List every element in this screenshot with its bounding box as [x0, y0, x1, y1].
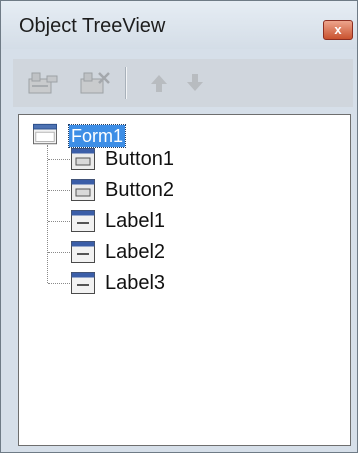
form-icon: [33, 123, 57, 145]
toolbar: [13, 59, 353, 107]
label-component-icon: [71, 210, 95, 232]
panel-title: Object TreeView: [19, 15, 166, 37]
tree-node-label3[interactable]: Label3: [71, 269, 231, 299]
tree-node-label2[interactable]: Label2: [71, 238, 231, 268]
tree-node-label: Label2: [105, 241, 166, 263]
add-component-button[interactable]: [23, 67, 63, 99]
component-add-icon: [28, 72, 58, 94]
tree-node-label: Label3: [105, 272, 166, 294]
button-component-icon: [71, 148, 95, 170]
tree-connector: [48, 252, 70, 253]
arrow-down-icon: [187, 74, 203, 91]
object-tree: Form1 Button1 Button2 Label1 Label2 Labe…: [18, 114, 351, 446]
component-remove-icon: [80, 72, 110, 94]
tree-node-button1[interactable]: Button1: [71, 145, 231, 175]
tree-connector: [48, 159, 70, 160]
button-component-icon: [71, 179, 95, 201]
tree-node-label: Button1: [105, 148, 174, 170]
close-button[interactable]: x: [323, 20, 353, 40]
label-component-icon: [71, 241, 95, 263]
tree-node-button2[interactable]: Button2: [71, 176, 231, 206]
tree-node-label1[interactable]: Label1: [71, 207, 231, 237]
toolbar-separator: [125, 67, 127, 99]
object-treeview-panel: Object TreeView x Form1 Button1 Button2 …: [0, 0, 358, 453]
move-up-button[interactable]: [139, 67, 179, 99]
tree-node-label: Label1: [105, 210, 166, 232]
panel-titlebar: Object TreeView x: [1, 1, 357, 49]
tree-connector-vertical: [47, 145, 48, 283]
tree-connector: [48, 221, 70, 222]
tree-node-label: Button2: [105, 179, 174, 201]
move-down-button[interactable]: [175, 67, 215, 99]
remove-component-button[interactable]: [75, 67, 115, 99]
tree-node-label: Form1: [67, 124, 127, 148]
tree-connector: [48, 283, 70, 284]
close-icon: x: [334, 22, 342, 37]
arrow-up-icon: [151, 75, 167, 92]
tree-connector: [48, 190, 70, 191]
label-component-icon: [71, 272, 95, 294]
